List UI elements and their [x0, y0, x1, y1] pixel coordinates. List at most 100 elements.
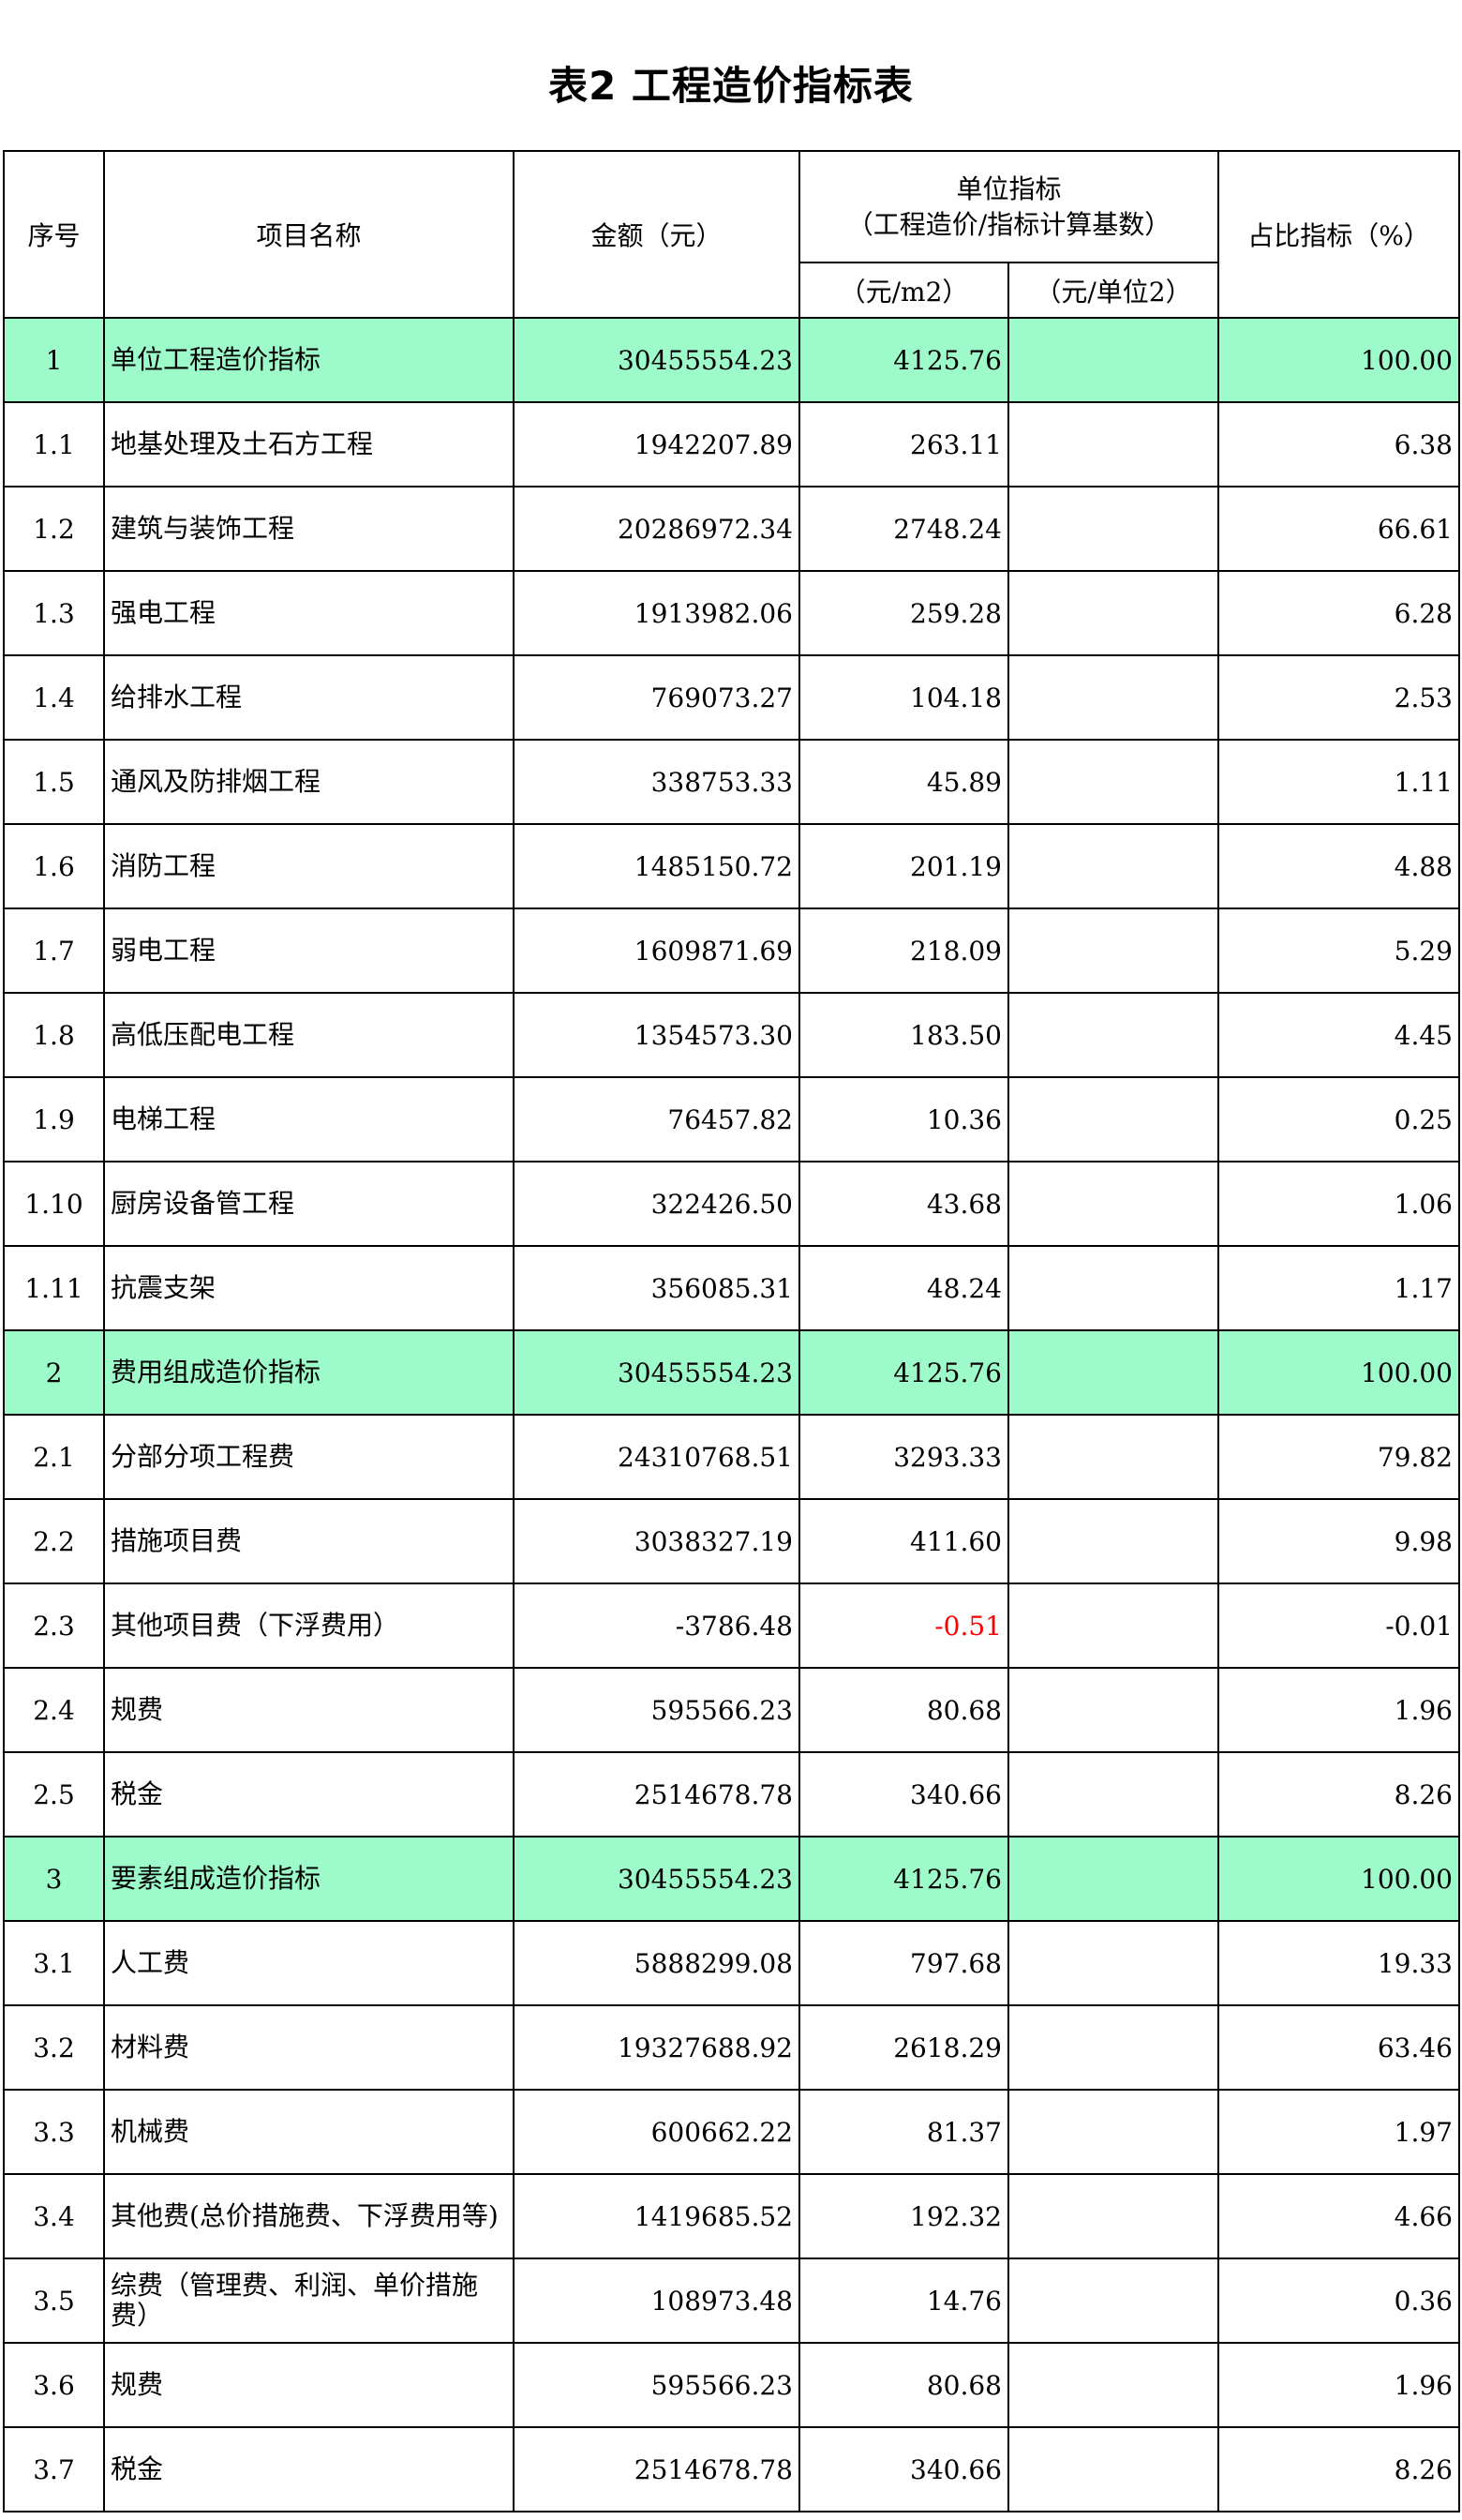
- cell-per-unit2: [1007, 2342, 1219, 2428]
- cell-name: 费用组成造价指标: [103, 1329, 515, 1416]
- cell-per-unit2: [1007, 1245, 1219, 1331]
- cell-per-m2: 80.68: [798, 1667, 1009, 1753]
- cell-per-unit2: [1007, 2173, 1219, 2259]
- cell-per-m2: 80.68: [798, 2342, 1009, 2428]
- cell-ratio: 0.25: [1217, 1076, 1460, 1162]
- cell-ratio: 8.26: [1217, 1751, 1460, 1838]
- cell-per-m2: -0.51: [798, 1582, 1009, 1669]
- table-row: 1.8 高低压配电工程 1354573.30 183.50 4.45: [3, 992, 1460, 1078]
- cell-ratio: 6.28: [1217, 570, 1460, 656]
- header-unit-index-title: 单位指标: [956, 172, 1062, 204]
- cell-name: 通风及防排烟工程: [103, 739, 515, 825]
- cell-seq: 3.5: [3, 2258, 105, 2344]
- cell-amount: 1485150.72: [513, 823, 800, 909]
- cell-seq: 2: [3, 1329, 105, 1416]
- cell-per-unit2: [1007, 908, 1219, 994]
- cell-amount: 76457.82: [513, 1076, 800, 1162]
- cell-name: 给排水工程: [103, 654, 515, 741]
- table-row: 1.9 电梯工程 76457.82 10.36 0.25: [3, 1076, 1460, 1162]
- cell-per-unit2: [1007, 739, 1219, 825]
- cell-name: 税金: [103, 1751, 515, 1838]
- cell-name: 强电工程: [103, 570, 515, 656]
- cell-per-unit2: [1007, 992, 1219, 1078]
- cell-per-unit2: [1007, 1329, 1219, 1416]
- cell-ratio: 4.88: [1217, 823, 1460, 909]
- cell-seq: 1.5: [3, 739, 105, 825]
- cell-per-unit2: [1007, 1751, 1219, 1838]
- cell-per-m2: 340.66: [798, 1751, 1009, 1838]
- cell-amount: 356085.31: [513, 1245, 800, 1331]
- cell-seq: 1.10: [3, 1161, 105, 1247]
- cell-seq: 3: [3, 1836, 105, 1922]
- cell-name: 其他费(总价措施费、下浮费用等): [103, 2173, 515, 2259]
- cell-per-m2: 3293.33: [798, 1414, 1009, 1500]
- cell-name: 抗震支架: [103, 1245, 515, 1331]
- cell-seq: 3.4: [3, 2173, 105, 2259]
- cell-per-unit2: [1007, 1076, 1219, 1162]
- cell-ratio: 2.53: [1217, 654, 1460, 741]
- cell-name: 厨房设备管工程: [103, 1161, 515, 1247]
- cell-per-m2: 4125.76: [798, 1329, 1009, 1416]
- cell-ratio: 79.82: [1217, 1414, 1460, 1500]
- header-amount: 金额（元）: [513, 150, 800, 319]
- table-header: 序号 项目名称 金额（元） 单位指标 （工程造价/指标计算基数） 占比指标（%）…: [3, 150, 1460, 319]
- cell-amount: 322426.50: [513, 1161, 800, 1247]
- cell-per-m2: 2748.24: [798, 486, 1009, 572]
- cell-seq: 3.3: [3, 2089, 105, 2175]
- cell-per-unit2: [1007, 1667, 1219, 1753]
- cell-per-m2: 10.36: [798, 1076, 1009, 1162]
- cell-amount: 2514678.78: [513, 2426, 800, 2512]
- cell-seq: 2.1: [3, 1414, 105, 1500]
- cell-amount: 2514678.78: [513, 1751, 800, 1838]
- cell-amount: 19327688.92: [513, 2004, 800, 2091]
- header-unit-index: 单位指标 （工程造价/指标计算基数）: [798, 150, 1219, 263]
- page-title: 表2 工程造价指标表: [548, 63, 914, 109]
- table-body: 1 单位工程造价指标 30455554.23 4125.76 100.00 1.1 地基处理…: [3, 317, 1460, 2512]
- cell-ratio: 8.26: [1217, 2426, 1460, 2512]
- cell-per-unit2: [1007, 654, 1219, 741]
- header-name: 项目名称: [103, 150, 515, 319]
- cell-ratio: 9.98: [1217, 1498, 1460, 1584]
- table-row: 2.5 税金 2514678.78 340.66 8.26: [3, 1751, 1460, 1838]
- table-row: 3.1 人工费 5888299.08 797.68 19.33: [3, 1920, 1460, 2006]
- table-row: 3.6 规费 595566.23 80.68 1.96: [3, 2342, 1460, 2428]
- cell-per-unit2: [1007, 2426, 1219, 2512]
- cell-ratio: 1.96: [1217, 2342, 1460, 2428]
- cell-per-unit2: [1007, 1161, 1219, 1247]
- cell-seq: 1.8: [3, 992, 105, 1078]
- table-row: 1.6 消防工程 1485150.72 201.19 4.88: [3, 823, 1460, 909]
- cell-ratio: 1.11: [1217, 739, 1460, 825]
- cell-ratio: 19.33: [1217, 1920, 1460, 2006]
- cell-per-m2: 797.68: [798, 1920, 1009, 2006]
- cell-amount: 30455554.23: [513, 317, 800, 403]
- cell-per-m2: 259.28: [798, 570, 1009, 656]
- cell-name: 消防工程: [103, 823, 515, 909]
- header-seq: 序号: [3, 150, 105, 319]
- cell-amount: -3786.48: [513, 1582, 800, 1669]
- cell-name: 综费（管理费、利润、单价措施费）: [103, 2258, 515, 2344]
- cell-ratio: 4.45: [1217, 992, 1460, 1078]
- cell-seq: 1.1: [3, 401, 105, 488]
- cell-per-m2: 263.11: [798, 401, 1009, 488]
- cell-per-m2: 183.50: [798, 992, 1009, 1078]
- table-row: 1.11 抗震支架 356085.31 48.24 1.17: [3, 1245, 1460, 1331]
- table-row: 1.4 给排水工程 769073.27 104.18 2.53: [3, 654, 1460, 741]
- cell-per-unit2: [1007, 1920, 1219, 2006]
- cell-per-m2: 48.24: [798, 1245, 1009, 1331]
- cell-ratio: -0.01: [1217, 1582, 1460, 1669]
- cell-seq: 2.2: [3, 1498, 105, 1584]
- cell-ratio: 100.00: [1217, 1329, 1460, 1416]
- cell-per-unit2: [1007, 2089, 1219, 2175]
- cell-seq: 3.2: [3, 2004, 105, 2091]
- cell-name: 要素组成造价指标: [103, 1836, 515, 1922]
- cell-amount: 1609871.69: [513, 908, 800, 994]
- cell-ratio: 4.66: [1217, 2173, 1460, 2259]
- table-row: 3.7 税金 2514678.78 340.66 8.26: [3, 2426, 1460, 2512]
- cell-per-m2: 14.76: [798, 2258, 1009, 2344]
- cell-seq: 2.4: [3, 1667, 105, 1753]
- cell-per-unit2: [1007, 2258, 1219, 2344]
- cell-name: 分部分项工程费: [103, 1414, 515, 1500]
- cell-amount: 1942207.89: [513, 401, 800, 488]
- header-ratio: 占比指标（%）: [1217, 150, 1460, 319]
- cell-seq: 1.4: [3, 654, 105, 741]
